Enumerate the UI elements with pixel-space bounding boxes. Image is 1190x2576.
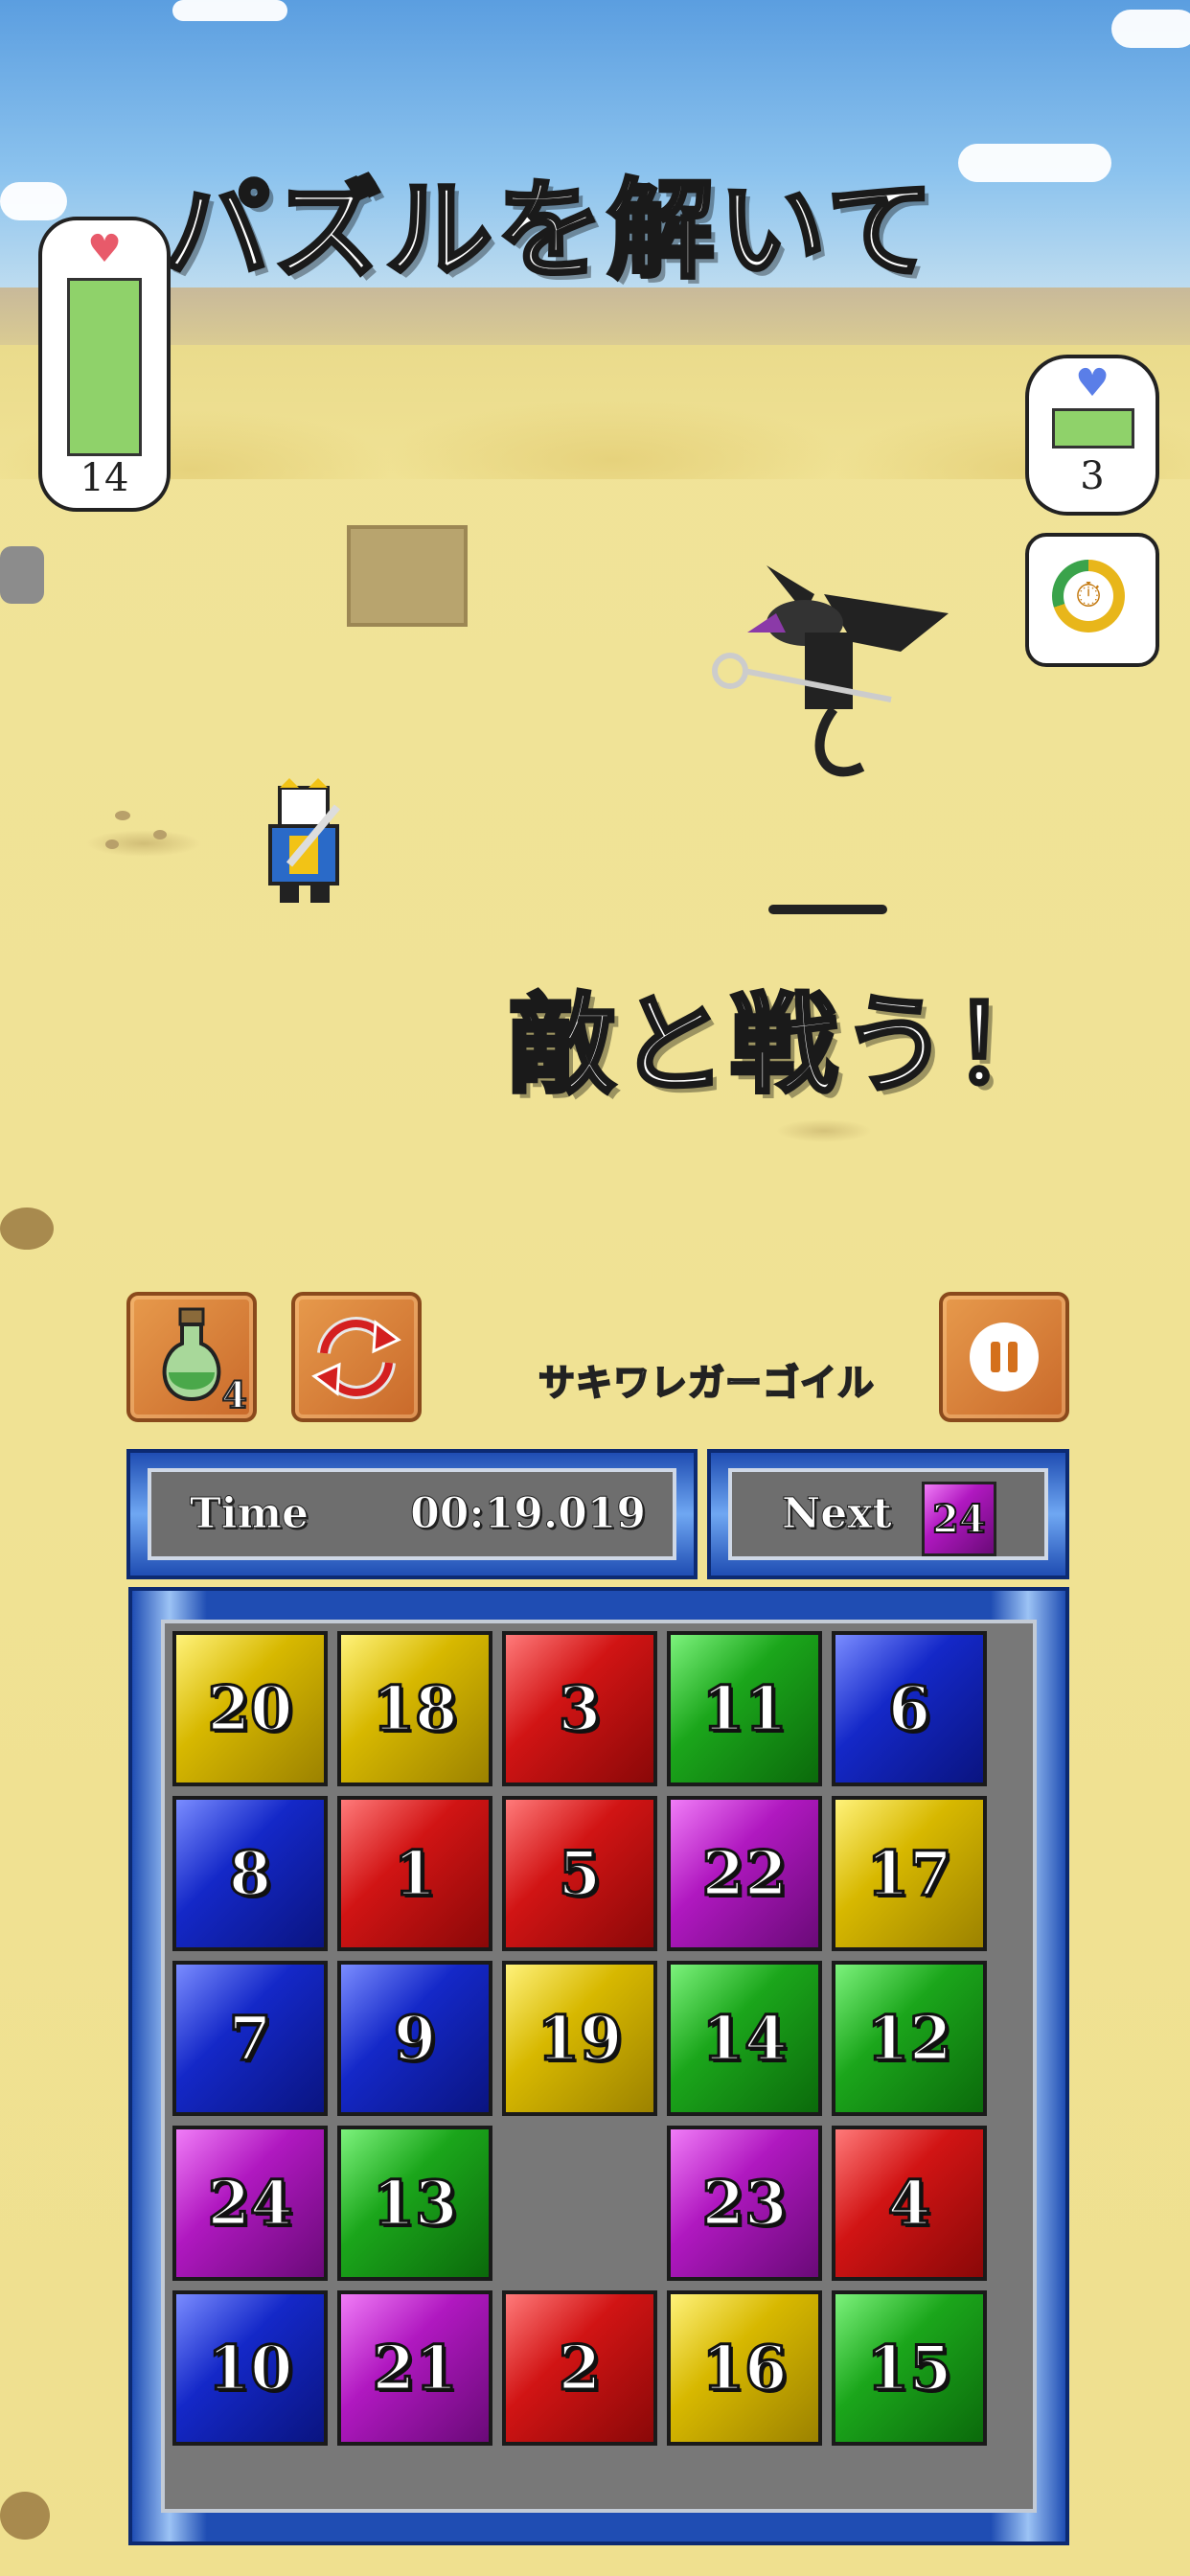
pause-button[interactable]	[939, 1292, 1069, 1422]
next-panel: Next 24	[707, 1449, 1069, 1579]
heart-icon: ♥	[87, 227, 122, 271]
hero-character	[251, 778, 356, 912]
tile-11[interactable]: 11	[667, 1631, 822, 1786]
time-label: Time	[189, 1489, 309, 1539]
headline-top: パズルを解いて	[161, 167, 938, 295]
tile-number: 8	[227, 1836, 273, 1911]
enemy-name: サキワレガーゴイル	[538, 1361, 876, 1405]
tile-6[interactable]: 6	[832, 1631, 987, 1786]
tile-number: 14	[700, 2001, 789, 2076]
tile-3[interactable]: 3	[502, 1631, 657, 1786]
potion-button[interactable]: 4	[126, 1292, 257, 1422]
tile-13[interactable]: 13	[337, 2126, 492, 2281]
stone-block	[347, 525, 468, 627]
tile-14[interactable]: 14	[667, 1961, 822, 2116]
enemy-shadow	[768, 905, 887, 914]
refresh-icon	[311, 1317, 401, 1399]
tile-15[interactable]: 15	[832, 2290, 987, 2446]
tile-17[interactable]: 17	[832, 1796, 987, 1951]
headline-bottom: 敵と戦う！	[506, 981, 1064, 1110]
tile-19[interactable]: 19	[502, 1961, 657, 2116]
shuffle-button[interactable]	[291, 1292, 422, 1422]
tile-18[interactable]: 18	[337, 1631, 492, 1786]
stopwatch-button[interactable]: ⏱	[1025, 533, 1159, 667]
tile-number: 20	[206, 1671, 294, 1746]
stopwatch-icon: ⏱	[1052, 560, 1125, 632]
tile-24[interactable]: 24	[172, 2126, 328, 2281]
player-hp-value: 14	[80, 456, 129, 500]
pause-icon	[970, 1322, 1039, 1392]
tile-number: 21	[371, 2331, 459, 2405]
tile-number: 19	[536, 2001, 624, 2076]
player-hp-gauge: ♥ 14	[38, 217, 171, 512]
potion-count: 4	[221, 1372, 248, 1417]
tile-9[interactable]: 9	[337, 1961, 492, 2116]
tile-number: 11	[700, 1671, 789, 1746]
next-tile-preview: 24	[922, 1482, 996, 1556]
enemy-hp-value: 3	[1080, 454, 1105, 498]
tile-23[interactable]: 23	[667, 2126, 822, 2281]
tile-number: 17	[865, 1836, 953, 1911]
tile-number: 2	[557, 2331, 603, 2405]
tile-number: 6	[886, 1671, 932, 1746]
tile-4[interactable]: 4	[832, 2126, 987, 2281]
tile-10[interactable]: 10	[172, 2290, 328, 2446]
tile-16[interactable]: 16	[667, 2290, 822, 2446]
tile-8[interactable]: 8	[172, 1796, 328, 1951]
tile-7[interactable]: 7	[172, 1961, 328, 2116]
time-panel: Time 00:19.019	[126, 1449, 698, 1579]
tile-number: 1	[392, 1836, 438, 1911]
time-value: 00:19.019	[410, 1489, 647, 1539]
tile-2[interactable]: 2	[502, 2290, 657, 2446]
next-value: 24	[931, 1496, 987, 1543]
puzzle-board: 20 18 3 11 6 8 1 5 22 17 7 9 19 14 12 24 13 23 4 10 21 2 16 15	[128, 1587, 1069, 2545]
tile-number: 23	[700, 2166, 789, 2241]
tile-number: 7	[227, 2001, 273, 2076]
tile-21[interactable]: 21	[337, 2290, 492, 2446]
tile-20[interactable]: 20	[172, 1631, 328, 1786]
tile-5[interactable]: 5	[502, 1796, 657, 1951]
tile-number: 16	[700, 2331, 789, 2405]
puzzle-grid: 20 18 3 11 6 8 1 5 22 17 7 9 19 14 12 24 13 23 4 10 21 2 16 15	[161, 1620, 1037, 2513]
tile-number: 4	[886, 2166, 932, 2241]
next-label: Next	[782, 1489, 893, 1539]
tile-number: 24	[206, 2166, 294, 2241]
tile-12[interactable]: 12	[832, 1961, 987, 2116]
tile-number: 5	[557, 1836, 603, 1911]
tile-number: 22	[700, 1836, 789, 1911]
tile-22[interactable]: 22	[667, 1796, 822, 1951]
tile-number: 13	[371, 2166, 459, 2241]
enemy-hp-bar	[1052, 408, 1134, 448]
tile-number: 18	[371, 1671, 459, 1746]
tile-number: 15	[865, 2331, 953, 2405]
sand-dunes	[0, 345, 1190, 479]
heart-icon: ♥	[1075, 361, 1110, 405]
tile-number: 10	[206, 2331, 294, 2405]
tile-1[interactable]: 1	[337, 1796, 492, 1951]
empty-slot	[502, 2126, 657, 2281]
gargoyle-enemy	[709, 556, 958, 786]
player-hp-bar	[67, 278, 142, 456]
tile-number: 3	[557, 1671, 603, 1746]
tile-number: 12	[865, 2001, 953, 2076]
enemy-hp-gauge: ♥ 3	[1025, 355, 1159, 516]
tile-number: 9	[392, 2001, 438, 2076]
